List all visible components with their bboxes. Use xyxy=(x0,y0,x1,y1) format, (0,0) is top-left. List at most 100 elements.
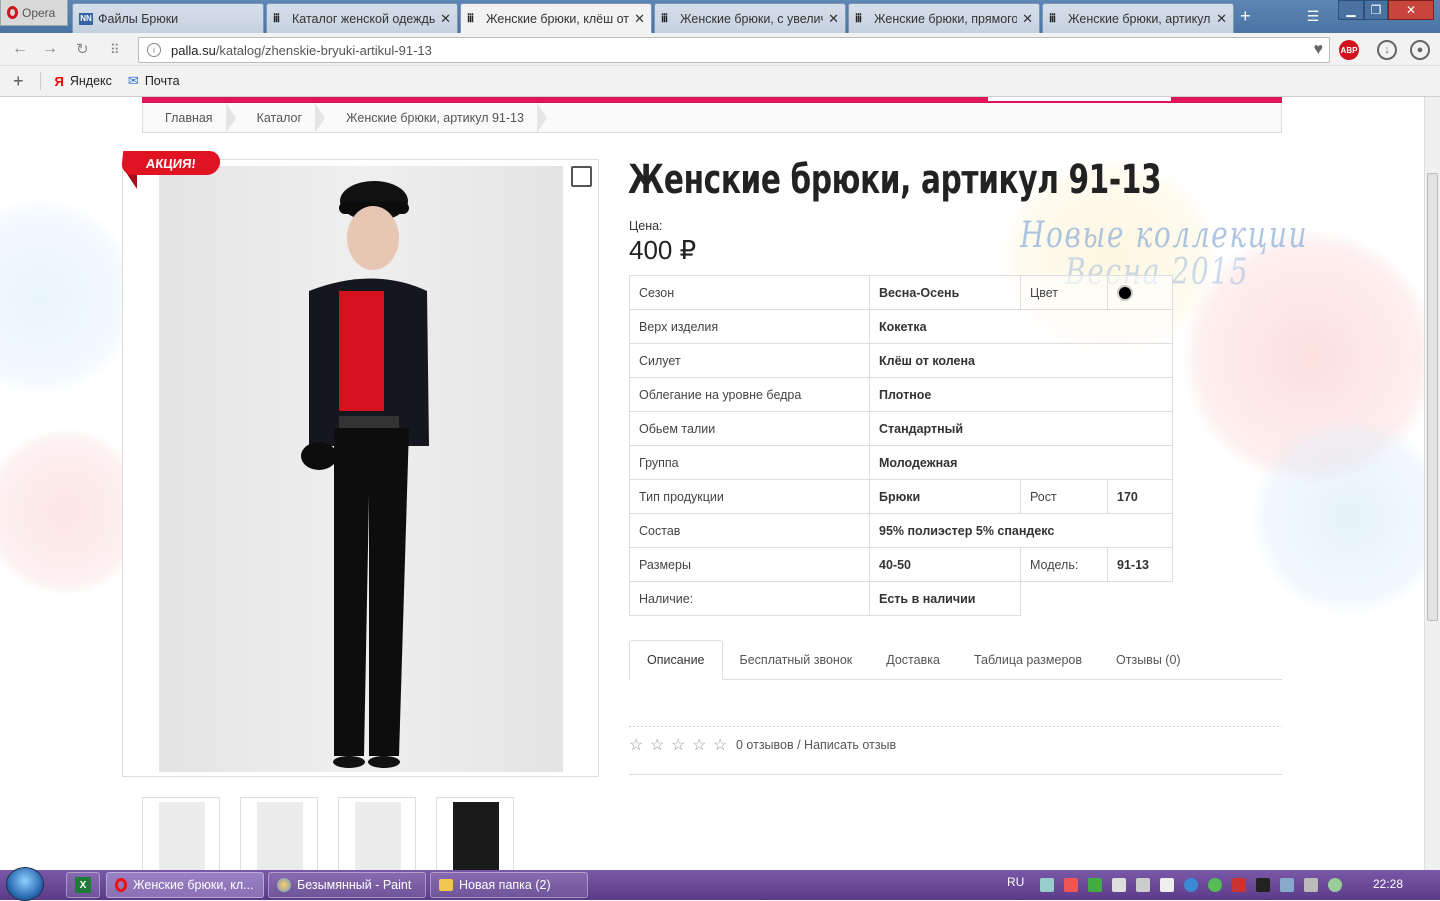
tray-device-icon[interactable] xyxy=(1136,878,1150,892)
spec-key: Верх изделия xyxy=(629,309,870,344)
palla-site-icon: ⅲ xyxy=(467,12,475,25)
background-flower xyxy=(0,197,140,397)
page-scrollbar[interactable] xyxy=(1424,97,1440,870)
palla-site-icon: ⅲ xyxy=(855,12,863,25)
main-product-image[interactable] xyxy=(122,159,599,777)
spec-row: Состав 95% полиэстер 5% спандекс xyxy=(629,513,1173,548)
thumbnail-2[interactable] xyxy=(240,797,318,870)
bookmarks-bar: + Я Яндекс ✉ Почта xyxy=(0,66,1440,97)
tray-security-icon[interactable] xyxy=(1088,878,1102,892)
save-icon[interactable] xyxy=(571,166,592,187)
back-icon[interactable]: ← xyxy=(12,40,28,58)
tab-free-call[interactable]: Бесплатный звонок xyxy=(723,640,870,680)
adblock-icon[interactable]: ABP xyxy=(1339,40,1359,60)
folder-icon xyxy=(439,879,453,891)
tray-browser-icon[interactable] xyxy=(1184,878,1198,892)
minimize-icon[interactable]: ▁ xyxy=(1338,0,1364,20)
breadcrumb-catalog[interactable]: Каталог xyxy=(235,102,326,133)
url-host: palla.su xyxy=(171,42,216,58)
tab-article-91-13[interactable]: ⅲ Женские брюки, артикул 91-13 ✕ xyxy=(1042,3,1234,33)
tab-description[interactable]: Описание xyxy=(629,640,723,680)
color-swatch-cell xyxy=(1107,275,1173,310)
product-title: Женские брюки, артикул 91-13 xyxy=(628,157,1162,203)
close-window-icon[interactable]: ✕ xyxy=(1388,0,1434,20)
close-tab-icon[interactable]: ✕ xyxy=(1216,11,1227,27)
spec-value: 91-13 xyxy=(1107,547,1173,582)
spec-value: 170 xyxy=(1107,479,1173,514)
promo-badge: АКЦИЯ! xyxy=(120,151,222,175)
tab-files-bryuki[interactable]: NN Файлы Брюки xyxy=(72,3,264,33)
close-tab-icon[interactable]: ✕ xyxy=(634,11,645,27)
speed-dial-icon[interactable]: ⠿ xyxy=(110,42,120,58)
spec-key: Тип продукции xyxy=(629,479,870,514)
bookmark-heart-icon[interactable]: ♥ xyxy=(1314,41,1324,59)
taskbar-item-paint[interactable]: Безымянный - Paint xyxy=(268,872,426,898)
breadcrumb-home[interactable]: Главная xyxy=(143,102,236,133)
tab-title: Каталог женской одежды xyxy=(292,11,436,26)
thumbnail-1[interactable] xyxy=(142,797,220,870)
excel-pinned-icon[interactable]: X xyxy=(66,872,100,898)
start-button[interactable] xyxy=(6,867,44,901)
clock[interactable]: 22:28 xyxy=(1373,877,1403,891)
bookmark-yandex[interactable]: Я Яндекс xyxy=(55,74,112,89)
taskbar-item-folder[interactable]: Новая папка (2) xyxy=(430,872,588,898)
tab-title: Женские брюки, клёш от колена xyxy=(486,11,630,26)
bookmark-mail[interactable]: ✉ Почта xyxy=(128,73,180,89)
site-info-icon[interactable]: i xyxy=(147,43,161,57)
tab-title: Женские брюки, с увеличенным xyxy=(680,11,823,26)
tab-menu-icon[interactable]: ☰ xyxy=(1300,6,1326,26)
tab-reviews[interactable]: Отзывы (0) xyxy=(1099,640,1198,680)
taskbar-item-opera[interactable]: Женские брюки, кл... xyxy=(106,872,264,898)
tray-network-icon[interactable] xyxy=(1040,878,1054,892)
thumbnail-4[interactable] xyxy=(436,797,514,870)
spec-row: Группа Молодежная xyxy=(629,445,1173,480)
tab-enlarged-trousers[interactable]: ⅲ Женские брюки, с увеличенным ✕ xyxy=(654,3,846,33)
write-review-link[interactable]: 0 отзывов / Написать отзыв xyxy=(736,738,896,752)
tray-battery-icon[interactable] xyxy=(1256,878,1270,892)
spec-value: Кокетка xyxy=(869,309,1173,344)
address-field[interactable]: i palla.su/katalog/zhenskie-bryuki-artik… xyxy=(138,37,1330,63)
tray-update-icon[interactable] xyxy=(1280,878,1294,892)
spec-value: Стандартный xyxy=(869,411,1173,446)
spec-row: Размеры 40-50 Модель: 91-13 xyxy=(629,547,1173,582)
tray-app-icon[interactable] xyxy=(1064,878,1078,892)
price-label: Цена: xyxy=(629,219,663,233)
color-swatch[interactable] xyxy=(1117,284,1133,301)
thumbnail-3[interactable] xyxy=(338,797,416,870)
close-tab-icon[interactable]: ✕ xyxy=(440,11,451,27)
tab-size-chart[interactable]: Таблица размеров xyxy=(957,640,1099,680)
reload-icon[interactable]: ↻ xyxy=(76,40,89,58)
tray-torrent-icon[interactable] xyxy=(1208,878,1222,892)
opera-logo-icon xyxy=(7,6,18,19)
tab-catalog[interactable]: ⅲ Каталог женской одежды ✕ xyxy=(266,3,458,33)
account-icon[interactable]: ● xyxy=(1410,40,1430,60)
mail-icon: ✉ xyxy=(127,73,139,88)
spec-row: Обьем талии Стандартный xyxy=(629,411,1173,446)
spec-key: Рост xyxy=(1020,479,1108,514)
maximize-icon[interactable]: ❐ xyxy=(1364,0,1388,20)
new-tab-button[interactable]: + xyxy=(1240,7,1251,25)
url-path: /katalog/zhenskie-bryuki-artikul-91-13 xyxy=(215,42,432,58)
tray-display-icon[interactable] xyxy=(1304,878,1318,892)
forward-icon[interactable]: → xyxy=(42,40,58,58)
downloads-icon[interactable]: ↓ xyxy=(1377,40,1397,60)
language-indicator[interactable]: RU xyxy=(1007,875,1024,889)
star-empty-icon: ☆ xyxy=(713,737,728,754)
close-tab-icon[interactable]: ✕ xyxy=(828,11,839,27)
tray-volume-icon[interactable] xyxy=(1232,878,1246,892)
close-tab-icon[interactable]: ✕ xyxy=(1022,11,1033,27)
tab-flared-trousers[interactable]: ⅲ Женские брюки, клёш от колена ✕ xyxy=(460,3,652,33)
tray-clipboard-icon[interactable] xyxy=(1112,878,1126,892)
header-search-field[interactable] xyxy=(988,97,1171,101)
thumbnail-image xyxy=(355,802,401,870)
taskbar-item-label: Женские брюки, кл... xyxy=(133,878,254,892)
tray-signal-icon[interactable] xyxy=(1160,878,1174,892)
tab-delivery[interactable]: Доставка xyxy=(869,640,957,680)
taskbar-item-label: Безымянный - Paint xyxy=(297,878,412,892)
add-bookmark-button[interactable]: + xyxy=(13,71,24,92)
tab-straight-trousers[interactable]: ⅲ Женские брюки, прямого кроя ✕ xyxy=(848,3,1040,33)
product-photo[interactable] xyxy=(159,166,563,772)
opera-menu-button[interactable]: Opera xyxy=(0,0,68,26)
tray-network-status-icon[interactable] xyxy=(1328,878,1342,892)
scrollbar-thumb[interactable] xyxy=(1427,173,1438,621)
